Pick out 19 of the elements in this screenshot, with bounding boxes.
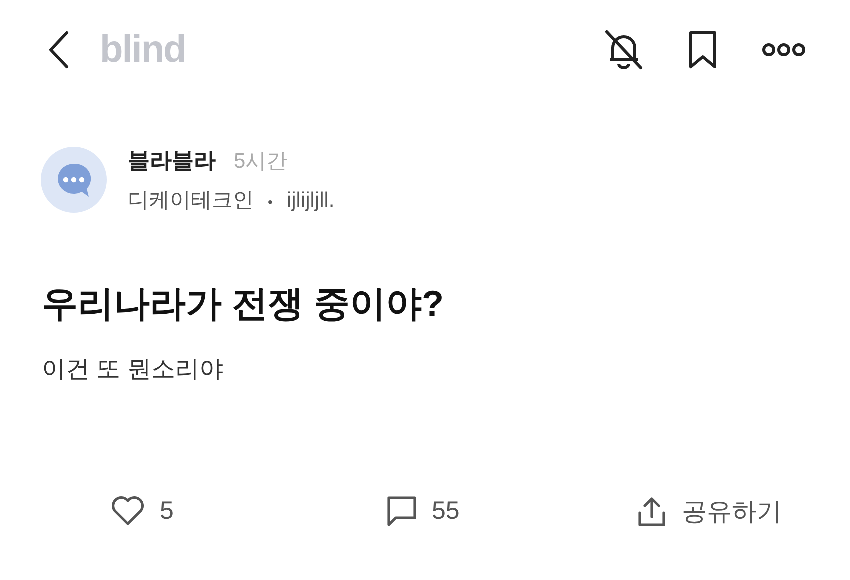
comment-button[interactable]: 55 [386, 495, 460, 527]
logo: blind [100, 28, 186, 72]
bell-off-icon[interactable] [604, 29, 644, 71]
more-icon[interactable] [762, 43, 806, 57]
author-name[interactable]: 블라블라 [128, 146, 216, 176]
share-icon [636, 496, 668, 528]
comment-icon [386, 495, 418, 527]
like-button[interactable]: 5 [110, 495, 174, 527]
avatar [41, 147, 107, 213]
company-name: 디케이테크인 [128, 188, 254, 214]
post-body: 이건 또 뭔소리야 [42, 355, 224, 385]
heart-icon [110, 495, 146, 527]
separator-dot: • [268, 194, 273, 210]
post-time: 5시간 [234, 149, 288, 175]
back-icon[interactable] [48, 31, 70, 69]
bookmark-icon[interactable] [688, 30, 718, 70]
share-button[interactable]: 공유하기 [636, 495, 782, 528]
post-title: 우리나라가 전쟁 중이야? [42, 282, 445, 326]
nickname: ijlijljll. [286, 189, 335, 213]
